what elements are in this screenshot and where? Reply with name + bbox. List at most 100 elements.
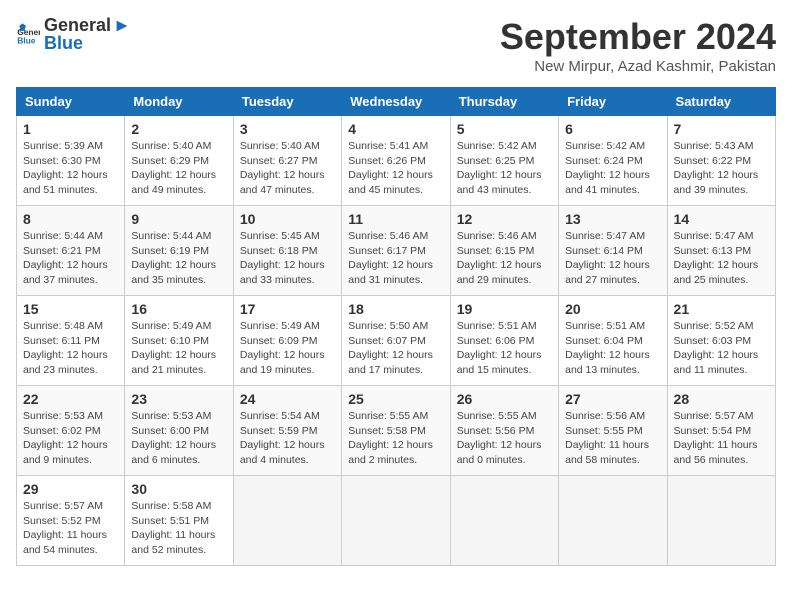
calendar-cell: 26 Sunrise: 5:55 AM Sunset: 5:56 PM Dayli… [450, 386, 558, 476]
calendar-cell: 30 Sunrise: 5:58 AM Sunset: 5:51 PM Dayli… [125, 476, 233, 566]
calendar-cell: 1Sunrise: 5:39 AM Sunset: 6:30 PM Daylig… [17, 116, 125, 206]
day-number: 11 [348, 211, 443, 227]
day-detail: Sunrise: 5:56 AM Sunset: 5:55 PM Dayligh… [565, 409, 660, 468]
logo-icon: General Blue [16, 23, 40, 47]
calendar-cell: 20 Sunrise: 5:51 AM Sunset: 6:04 PM Dayli… [559, 296, 667, 386]
day-detail: Sunrise: 5:53 AM Sunset: 6:02 PM Dayligh… [23, 409, 118, 468]
title-section: September 2024 New Mirpur, Azad Kashmir,… [500, 16, 776, 75]
calendar-cell: 14 Sunrise: 5:47 AM Sunset: 6:13 PM Dayli… [667, 206, 775, 296]
location-subtitle: New Mirpur, Azad Kashmir, Pakistan [500, 58, 776, 75]
calendar-table: SundayMondayTuesdayWednesdayThursdayFrid… [16, 87, 776, 566]
day-number: 16 [131, 301, 226, 317]
day-number: 30 [131, 481, 226, 497]
calendar-cell: 7 Sunrise: 5:43 AM Sunset: 6:22 PM Daylig… [667, 116, 775, 206]
day-detail: Sunrise: 5:55 AM Sunset: 5:56 PM Dayligh… [457, 409, 552, 468]
day-detail: Sunrise: 5:47 AM Sunset: 6:13 PM Dayligh… [674, 229, 769, 288]
column-header-wednesday: Wednesday [342, 88, 450, 116]
day-detail: Sunrise: 5:55 AM Sunset: 5:58 PM Dayligh… [348, 409, 443, 468]
day-detail: Sunrise: 5:57 AM Sunset: 5:54 PM Dayligh… [674, 409, 769, 468]
calendar-cell: 29 Sunrise: 5:57 AM Sunset: 5:52 PM Dayli… [17, 476, 125, 566]
day-number: 10 [240, 211, 335, 227]
day-number: 25 [348, 391, 443, 407]
day-number: 26 [457, 391, 552, 407]
calendar-cell: 15 Sunrise: 5:48 AM Sunset: 6:11 PM Dayli… [17, 296, 125, 386]
calendar-cell: 5 Sunrise: 5:42 AM Sunset: 6:25 PM Daylig… [450, 116, 558, 206]
column-header-friday: Friday [559, 88, 667, 116]
day-detail: Sunrise: 5:42 AM Sunset: 6:24 PM Dayligh… [565, 139, 660, 198]
day-detail: Sunrise: 5:58 AM Sunset: 5:51 PM Dayligh… [131, 499, 226, 558]
day-number: 21 [674, 301, 769, 317]
day-number: 27 [565, 391, 660, 407]
calendar-cell: 9 Sunrise: 5:44 AM Sunset: 6:19 PM Daylig… [125, 206, 233, 296]
svg-text:Blue: Blue [17, 35, 36, 45]
column-header-saturday: Saturday [667, 88, 775, 116]
header-row: SundayMondayTuesdayWednesdayThursdayFrid… [17, 88, 776, 116]
calendar-cell: 17 Sunrise: 5:49 AM Sunset: 6:09 PM Dayli… [233, 296, 341, 386]
day-detail: Sunrise: 5:57 AM Sunset: 5:52 PM Dayligh… [23, 499, 118, 558]
calendar-cell: 22 Sunrise: 5:53 AM Sunset: 6:02 PM Dayli… [17, 386, 125, 476]
page-header: General Blue General Blue September 2024… [16, 16, 776, 75]
day-number: 13 [565, 211, 660, 227]
day-number: 4 [348, 121, 443, 137]
day-detail: Sunrise: 5:39 AM Sunset: 6:30 PM Dayligh… [23, 139, 118, 198]
day-number: 29 [23, 481, 118, 497]
week-row-4: 22 Sunrise: 5:53 AM Sunset: 6:02 PM Dayli… [17, 386, 776, 476]
month-title: September 2024 [500, 16, 776, 58]
column-header-thursday: Thursday [450, 88, 558, 116]
day-number: 6 [565, 121, 660, 137]
day-number: 24 [240, 391, 335, 407]
calendar-cell: 24 Sunrise: 5:54 AM Sunset: 5:59 PM Dayli… [233, 386, 341, 476]
calendar-cell: 8 Sunrise: 5:44 AM Sunset: 6:21 PM Daylig… [17, 206, 125, 296]
day-detail: Sunrise: 5:44 AM Sunset: 6:19 PM Dayligh… [131, 229, 226, 288]
day-number: 9 [131, 211, 226, 227]
calendar-cell: 28Sunrise: 5:57 AM Sunset: 5:54 PM Dayli… [667, 386, 775, 476]
day-number: 5 [457, 121, 552, 137]
day-number: 14 [674, 211, 769, 227]
day-number: 23 [131, 391, 226, 407]
day-number: 12 [457, 211, 552, 227]
logo: General Blue General Blue [16, 16, 131, 54]
calendar-cell [559, 476, 667, 566]
column-header-sunday: Sunday [17, 88, 125, 116]
calendar-cell: 4Sunrise: 5:41 AM Sunset: 6:26 PM Daylig… [342, 116, 450, 206]
calendar-cell [667, 476, 775, 566]
day-detail: Sunrise: 5:44 AM Sunset: 6:21 PM Dayligh… [23, 229, 118, 288]
week-row-2: 8 Sunrise: 5:44 AM Sunset: 6:21 PM Daylig… [17, 206, 776, 296]
day-detail: Sunrise: 5:40 AM Sunset: 6:29 PM Dayligh… [131, 139, 226, 198]
day-number: 17 [240, 301, 335, 317]
week-row-1: 1Sunrise: 5:39 AM Sunset: 6:30 PM Daylig… [17, 116, 776, 206]
day-detail: Sunrise: 5:43 AM Sunset: 6:22 PM Dayligh… [674, 139, 769, 198]
calendar-cell: 6 Sunrise: 5:42 AM Sunset: 6:24 PM Daylig… [559, 116, 667, 206]
calendar-cell: 21 Sunrise: 5:52 AM Sunset: 6:03 PM Dayli… [667, 296, 775, 386]
day-detail: Sunrise: 5:54 AM Sunset: 5:59 PM Dayligh… [240, 409, 335, 468]
day-number: 3 [240, 121, 335, 137]
day-detail: Sunrise: 5:52 AM Sunset: 6:03 PM Dayligh… [674, 319, 769, 378]
day-number: 22 [23, 391, 118, 407]
day-detail: Sunrise: 5:53 AM Sunset: 6:00 PM Dayligh… [131, 409, 226, 468]
calendar-cell [233, 476, 341, 566]
calendar-cell: 27 Sunrise: 5:56 AM Sunset: 5:55 PM Dayli… [559, 386, 667, 476]
day-number: 20 [565, 301, 660, 317]
day-number: 15 [23, 301, 118, 317]
calendar-cell: 12Sunrise: 5:46 AM Sunset: 6:15 PM Dayli… [450, 206, 558, 296]
day-detail: Sunrise: 5:40 AM Sunset: 6:27 PM Dayligh… [240, 139, 335, 198]
logo-arrow-icon [113, 17, 131, 35]
day-detail: Sunrise: 5:49 AM Sunset: 6:09 PM Dayligh… [240, 319, 335, 378]
calendar-cell: 18Sunrise: 5:50 AM Sunset: 6:07 PM Dayli… [342, 296, 450, 386]
calendar-cell: 13 Sunrise: 5:47 AM Sunset: 6:14 PM Dayli… [559, 206, 667, 296]
day-number: 7 [674, 121, 769, 137]
calendar-cell: 3 Sunrise: 5:40 AM Sunset: 6:27 PM Daylig… [233, 116, 341, 206]
day-number: 2 [131, 121, 226, 137]
calendar-cell [342, 476, 450, 566]
calendar-cell [450, 476, 558, 566]
day-detail: Sunrise: 5:46 AM Sunset: 6:17 PM Dayligh… [348, 229, 443, 288]
day-number: 18 [348, 301, 443, 317]
day-detail: Sunrise: 5:51 AM Sunset: 6:04 PM Dayligh… [565, 319, 660, 378]
column-header-tuesday: Tuesday [233, 88, 341, 116]
day-detail: Sunrise: 5:47 AM Sunset: 6:14 PM Dayligh… [565, 229, 660, 288]
day-detail: Sunrise: 5:42 AM Sunset: 6:25 PM Dayligh… [457, 139, 552, 198]
day-number: 8 [23, 211, 118, 227]
calendar-cell: 2 Sunrise: 5:40 AM Sunset: 6:29 PM Daylig… [125, 116, 233, 206]
day-detail: Sunrise: 5:48 AM Sunset: 6:11 PM Dayligh… [23, 319, 118, 378]
day-detail: Sunrise: 5:51 AM Sunset: 6:06 PM Dayligh… [457, 319, 552, 378]
